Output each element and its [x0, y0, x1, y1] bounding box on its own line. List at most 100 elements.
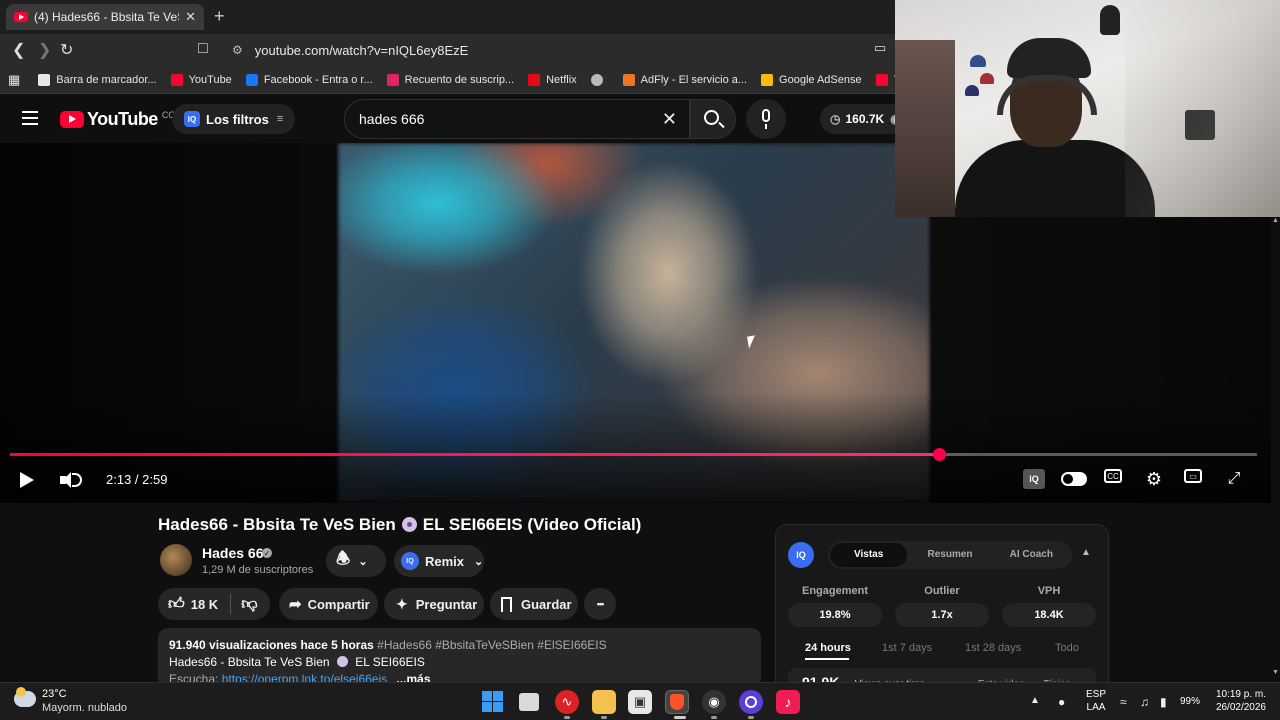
tab-ai-coach[interactable]: AI Coach	[993, 543, 1070, 567]
progress-fill	[10, 453, 939, 456]
chevron-down-icon: ⌄	[358, 555, 368, 568]
site-settings-icon[interactable]: ⚙	[232, 43, 243, 57]
file-explorer-icon[interactable]	[592, 690, 616, 714]
system-clock[interactable]: 10:19 p. m. 26/02/2026	[1208, 688, 1266, 714]
miniplayer-icon[interactable]: ▭	[1184, 469, 1202, 483]
scroll-up-icon[interactable]: ▲	[1272, 217, 1279, 224]
channel-avatar[interactable]	[160, 544, 192, 576]
bookmark-label: YouTube	[188, 73, 232, 86]
iq-icon: IQ	[184, 111, 200, 127]
back-icon[interactable]: ❮	[12, 40, 25, 60]
microphone-tray-icon[interactable]: ●	[1058, 695, 1065, 709]
subscriber-count: 1,29 M de suscriptores	[202, 564, 314, 576]
iq-player-icon[interactable]: IQ	[1023, 469, 1045, 489]
share-button[interactable]: ➦ Compartir	[279, 588, 378, 620]
range-24-hours[interactable]: 24 hours	[805, 642, 851, 654]
apps-icon[interactable]: ▦	[8, 72, 20, 88]
obs-studio-icon[interactable]: ◉	[702, 690, 726, 714]
filters-button[interactable]: IQ Los filtros ≡	[172, 104, 296, 134]
windows-start-icon[interactable]	[481, 690, 505, 714]
microsoft-store-icon[interactable]: ▣	[628, 690, 652, 714]
active-range-indicator	[805, 658, 849, 660]
upload-age: hace 5 horas	[300, 638, 374, 652]
wifi-icon[interactable]: ≈	[1120, 695, 1127, 709]
youtube-wordmark: YouTube	[87, 109, 158, 129]
tab-vistas[interactable]: Vistas	[830, 543, 908, 567]
youtube-logo[interactable]: YouTube CO	[60, 109, 175, 130]
bookmark-item[interactable]: YouTube	[170, 73, 232, 86]
win-tile-1	[482, 691, 492, 701]
like-count[interactable]: 18 K	[191, 597, 218, 612]
progress-bar[interactable]	[10, 448, 1257, 461]
weather-temperature[interactable]: 23°C	[42, 688, 67, 700]
tab-close-icon[interactable]: ✕	[185, 9, 196, 25]
iq-icon: IQ	[401, 552, 419, 570]
bookmark-item[interactable]: Recuento de suscrip...	[386, 73, 515, 86]
clear-search-icon[interactable]: ✕	[662, 109, 677, 130]
bookmark-label: Recuento de suscrip...	[404, 73, 515, 86]
cast-icon[interactable]: ▭	[874, 40, 886, 56]
scroll-down-icon[interactable]: ▼	[1272, 669, 1279, 676]
settings-gear-icon[interactable]: ⚙	[1143, 469, 1165, 489]
hashtags[interactable]: #Hades66 #BbsitaTeVeSBien #ElSEI66EIS	[377, 638, 607, 652]
app-circle-icon[interactable]	[739, 690, 763, 714]
more-actions-button[interactable]: •••	[584, 588, 616, 620]
scrubber-handle[interactable]	[933, 448, 946, 461]
search-button[interactable]	[690, 99, 736, 139]
range-7-days[interactable]: 1st 7 days	[882, 642, 932, 654]
speaker-cone	[63, 472, 71, 488]
channel-name[interactable]: Hades 66	[202, 545, 263, 561]
forward-icon[interactable]: ❯	[38, 40, 51, 60]
page-scrollbar[interactable]: ▲ ▼	[1271, 217, 1280, 682]
bookmark-item[interactable]: AdFly - El servicio a...	[622, 73, 747, 86]
new-tab-button[interactable]: +	[214, 6, 225, 27]
weather-partly-cloudy-icon[interactable]	[14, 687, 36, 707]
thumbs-down-icon[interactable]: 👎︎	[241, 595, 257, 614]
notifications-button[interactable]: 🕭︎ ⌄	[326, 545, 386, 577]
save-button[interactable]: Guardar	[490, 588, 578, 620]
running-indicator	[564, 716, 570, 719]
input-language[interactable]: ESP LAA	[1086, 688, 1106, 714]
facebook-icon	[245, 73, 258, 86]
description-line: Hades66 - Bbsita Te VeS Bien EL SEI66EIS	[169, 655, 750, 669]
thumbs-up-icon[interactable]: 👍︎	[168, 595, 185, 614]
bookmark-item[interactable]: Netflix	[528, 73, 577, 86]
description-box[interactable]: 91.940 visualizaciones hace 5 horas #Had…	[158, 628, 761, 688]
cam-person-cap	[1007, 38, 1091, 78]
range-28-days[interactable]: 1st 28 days	[965, 642, 1021, 654]
url-field[interactable]: ⚙ youtube.com/watch?v=nIQL6ey8EzE	[222, 38, 902, 62]
battery-icon[interactable]: ▮	[1160, 695, 1167, 709]
bookmark-icon[interactable]: □	[198, 40, 208, 58]
subtitles-icon[interactable]: CC	[1104, 469, 1122, 483]
tray-expand-icon[interactable]: ▲	[1030, 695, 1040, 706]
range-all[interactable]: Todo	[1055, 642, 1079, 654]
reload-icon[interactable]: ↻	[60, 40, 73, 60]
tab-resumen[interactable]: Resumen	[911, 543, 988, 567]
bookmark-item[interactable]: Barra de marcador...	[38, 73, 157, 86]
bookmark-item[interactable]: Facebook - Entra o r...	[245, 73, 373, 86]
fullscreen-icon[interactable]: ⤢	[1223, 469, 1245, 489]
voice-search-button[interactable]	[746, 99, 786, 139]
chevron-up-icon[interactable]: ▲	[1081, 547, 1091, 558]
disc-icon	[401, 517, 417, 532]
play-button-icon[interactable]	[20, 472, 34, 488]
search-input[interactable]: hades 666 ✕	[344, 99, 690, 139]
clock-date: 26/02/2026	[1215, 702, 1266, 713]
autoplay-toggle[interactable]	[1061, 472, 1087, 486]
task-view-icon[interactable]	[519, 693, 539, 711]
metric-value-outlier: 1.7x	[895, 603, 989, 627]
bookmark-item[interactable]: Google AdSense	[761, 73, 862, 86]
active-indicator	[674, 716, 686, 719]
hamburger-menu-icon[interactable]	[22, 111, 38, 125]
speaker-icon[interactable]: ♫	[1140, 695, 1149, 709]
bookmark-item[interactable]	[590, 73, 609, 86]
app-audio-icon[interactable]: ∿	[555, 690, 579, 714]
weather-description[interactable]: Mayorm. nublado	[42, 702, 127, 714]
cam-hanging-bag	[1100, 5, 1120, 35]
remix-button[interactable]: IQ Remix ⌄	[394, 545, 484, 577]
win-tile-3	[482, 702, 492, 712]
tiktok-icon[interactable]: ♪	[776, 690, 800, 714]
ask-button[interactable]: ✦ Preguntar	[384, 588, 484, 620]
brave-browser-icon[interactable]	[665, 690, 689, 714]
browser-tab-active[interactable]: (4) Hades66 - Bbsita Te VeS Bien ✕	[6, 4, 204, 30]
